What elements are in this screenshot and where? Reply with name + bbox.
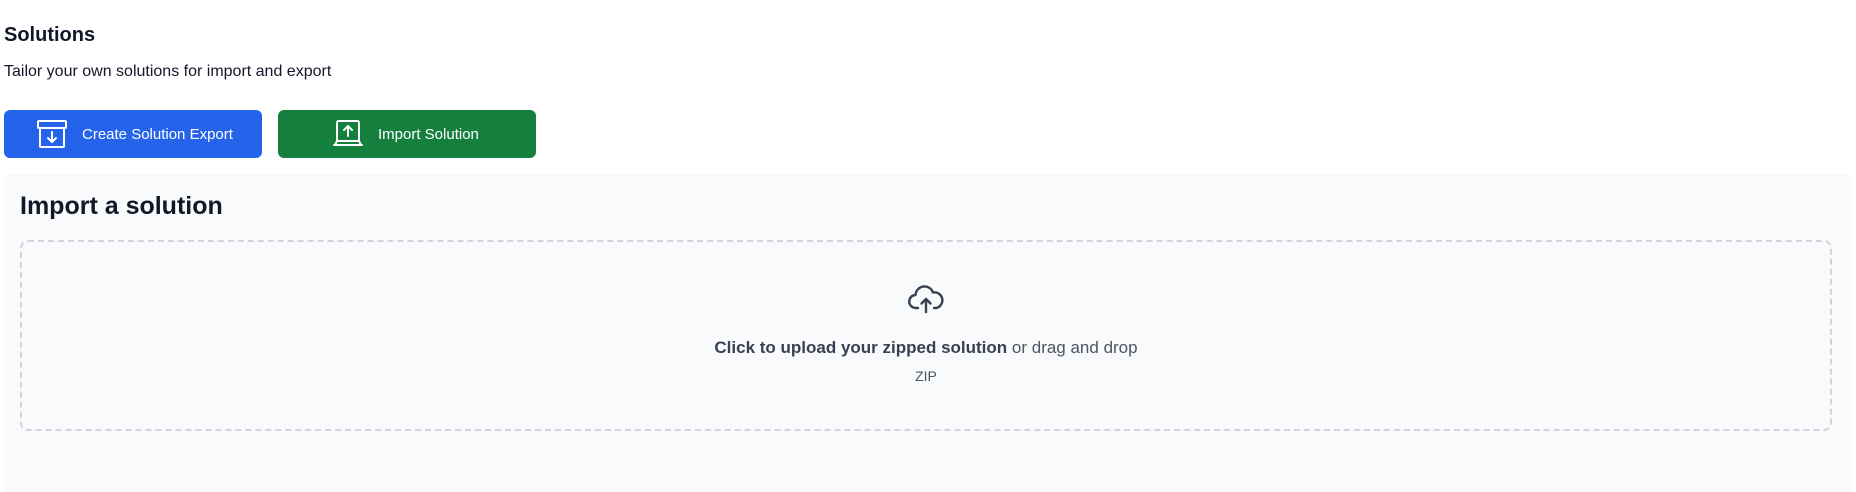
import-solution-button[interactable]: Import Solution <box>278 110 536 158</box>
page-subtitle: Tailor your own solutions for import and… <box>4 63 332 80</box>
drag-drop-text: or drag and drop <box>1007 338 1138 357</box>
create-solution-export-label: Create Solution Export <box>82 125 233 143</box>
import-solution-panel: Import a solution Click to upload your z… <box>4 174 1852 492</box>
laptop-upload-icon <box>332 119 364 149</box>
archive-download-icon <box>36 119 68 149</box>
upload-dropzone[interactable]: Click to upload your zipped solution or … <box>20 240 1832 431</box>
page-title: Solutions <box>4 24 96 46</box>
import-panel-title: Import a solution <box>20 192 223 220</box>
cloud-upload-icon <box>908 284 944 314</box>
upload-link-text[interactable]: Click to upload your zipped solution <box>714 338 1007 357</box>
create-solution-export-button[interactable]: Create Solution Export <box>4 110 262 158</box>
file-type-hint: ZIP <box>915 368 937 384</box>
import-solution-label: Import Solution <box>378 125 479 143</box>
solutions-page: Solutions Tailor your own solutions for … <box>0 0 1856 492</box>
upload-instructions: Click to upload your zipped solution or … <box>22 338 1830 358</box>
